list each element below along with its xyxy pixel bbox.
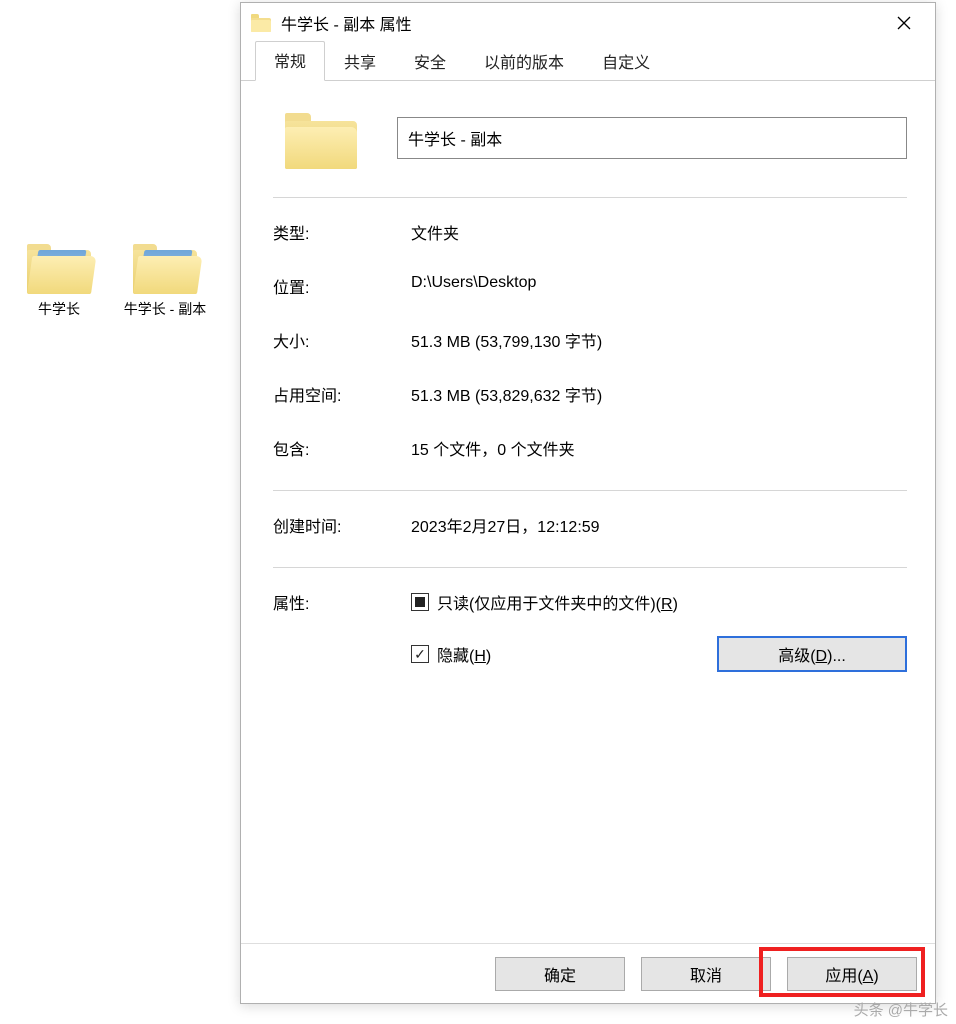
tab-security[interactable]: 安全 <box>395 42 465 81</box>
tab-previous-versions[interactable]: 以前的版本 <box>465 42 583 81</box>
hidden-label: 隐藏(H) <box>437 642 491 666</box>
advanced-button[interactable]: 高级(D)... <box>717 636 907 672</box>
desktop-folder-0[interactable]: 牛学长 <box>14 240 104 318</box>
value-created: 2023年2月27日，12:12:59 <box>411 513 907 537</box>
tab-strip: 常规 共享 安全 以前的版本 自定义 <box>241 43 935 81</box>
readonly-checkbox[interactable]: 只读(仅应用于文件夹中的文件)(R) <box>411 590 678 614</box>
cancel-button[interactable]: 取消 <box>641 957 771 991</box>
checkbox-indeterminate-icon <box>411 593 429 611</box>
desktop-folder-label: 牛学长 <box>14 300 104 318</box>
folder-icon <box>27 240 91 294</box>
desktop-folder-label: 牛学长 - 副本 <box>120 300 210 318</box>
ok-button[interactable]: 确定 <box>495 957 625 991</box>
label-size-on-disk: 占用空间: <box>273 382 411 406</box>
checkbox-checked-icon <box>411 645 429 663</box>
desktop-folder-1[interactable]: 牛学长 - 副本 <box>120 240 210 318</box>
folder-icon <box>251 14 271 32</box>
value-type: 文件夹 <box>411 220 907 244</box>
close-icon <box>897 16 911 30</box>
label-attributes: 属性: <box>273 590 411 614</box>
label-created: 创建时间: <box>273 513 411 537</box>
close-button[interactable] <box>881 7 927 39</box>
label-size: 大小: <box>273 328 411 352</box>
value-location: D:\Users\Desktop <box>411 274 907 298</box>
divider <box>273 490 907 491</box>
readonly-label: 只读(仅应用于文件夹中的文件)(R) <box>437 590 678 614</box>
value-size: 51.3 MB (53,799,130 字节) <box>411 328 907 352</box>
apply-button[interactable]: 应用(A) <box>787 957 917 991</box>
dialog-title: 牛学长 - 副本 属性 <box>281 11 881 35</box>
divider <box>273 567 907 568</box>
hidden-checkbox[interactable]: 隐藏(H) <box>411 642 491 666</box>
label-location: 位置: <box>273 274 411 298</box>
properties-dialog: 牛学长 - 副本 属性 常规 共享 安全 以前的版本 自定义 类型: 文件夹 位… <box>240 2 936 1004</box>
folder-name-input[interactable] <box>397 117 907 159</box>
tab-customize[interactable]: 自定义 <box>583 42 669 81</box>
folder-icon <box>285 107 357 169</box>
dialog-content: 类型: 文件夹 位置: D:\Users\Desktop 大小: 51.3 MB… <box>241 81 935 943</box>
value-size-on-disk: 51.3 MB (53,829,632 字节) <box>411 382 907 406</box>
label-contains: 包含: <box>273 436 411 460</box>
watermark: 头条 @牛学长 <box>854 999 948 1020</box>
divider <box>273 197 907 198</box>
titlebar: 牛学长 - 副本 属性 <box>241 3 935 43</box>
dialog-button-bar: 确定 取消 应用(A) <box>241 943 935 1003</box>
value-contains: 15 个文件，0 个文件夹 <box>411 436 907 460</box>
folder-icon <box>133 240 197 294</box>
tab-sharing[interactable]: 共享 <box>325 42 395 81</box>
label-type: 类型: <box>273 220 411 244</box>
tab-general[interactable]: 常规 <box>255 41 325 81</box>
